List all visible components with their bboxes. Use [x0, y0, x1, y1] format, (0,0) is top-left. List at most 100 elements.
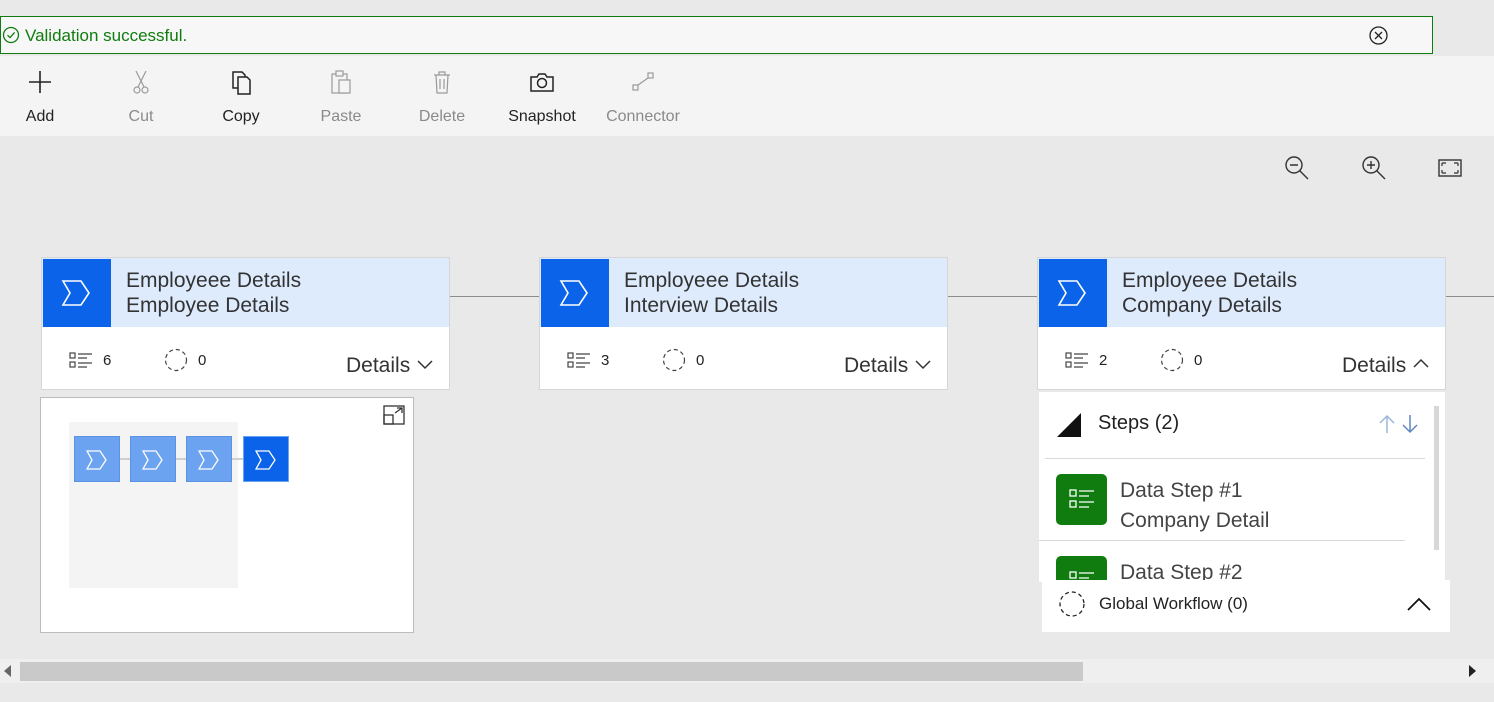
- stage-entity: Employeee Details: [624, 269, 800, 292]
- global-workflow-label: Global Workflow (0): [1099, 594, 1248, 613]
- chevron-right-icon: [198, 450, 219, 470]
- connector-button[interactable]: Connector: [600, 56, 686, 136]
- stage-header: Employeee Details Employee Details: [42, 258, 449, 327]
- workflow-dashed-circle-icon: [164, 348, 188, 372]
- minimap-stage-node: [243, 436, 289, 482]
- minimap-connector: [232, 458, 243, 460]
- stage-header: Employeee Details Company Details: [1038, 258, 1445, 327]
- stage-connector-line: [1445, 296, 1494, 297]
- connector-icon: [632, 72, 654, 91]
- stage-card[interactable]: Employeee Details Employee Details 6 0 D…: [41, 257, 450, 390]
- divider: [1045, 458, 1425, 459]
- data-step-icon: [1069, 489, 1094, 508]
- command-toolbar: Add Cut Copy Paste Delete Snapshot Conne…: [0, 56, 1494, 136]
- data-step-icon-box: [1056, 474, 1107, 525]
- copy-icon: [232, 71, 251, 95]
- steps-count: 3: [601, 352, 610, 369]
- add-button[interactable]: Add: [10, 56, 70, 136]
- data-step-icon-box: [1056, 556, 1107, 582]
- delete-button[interactable]: Delete: [412, 56, 472, 136]
- workflow-count: 0: [198, 352, 207, 369]
- canvas-bottom: [0, 683, 1494, 702]
- stage-icon-box: [43, 259, 111, 327]
- divider: [1039, 540, 1405, 541]
- reorder-arrows: [1379, 414, 1418, 434]
- cut-button[interactable]: Cut: [111, 56, 171, 136]
- details-toggle[interactable]: Details: [1342, 354, 1406, 378]
- stage-header: Employeee Details Interview Details: [540, 258, 947, 327]
- global-workflow-bar[interactable]: Global Workflow (0): [1042, 580, 1450, 632]
- steps-list-icon: [567, 352, 590, 368]
- minimap-connector: [120, 458, 130, 460]
- stage-entity: Employeee Details: [1122, 269, 1298, 292]
- steps-count: 6: [103, 352, 112, 369]
- chevron-right-icon: [86, 450, 107, 470]
- stage-connector-line: [449, 296, 540, 297]
- workflow-count: 0: [696, 352, 705, 369]
- steps-count: 2: [1099, 352, 1108, 369]
- chevron-up-icon[interactable]: [1406, 596, 1432, 612]
- scrollbar-thumb[interactable]: [20, 662, 1083, 681]
- chevron-right-icon: [142, 450, 163, 470]
- horizontal-scrollbar[interactable]: [0, 659, 1494, 683]
- stage-icon-box: [541, 259, 609, 327]
- details-toggle[interactable]: Details: [844, 354, 908, 378]
- notification-message: Validation successful.: [25, 26, 188, 45]
- snapshot-button[interactable]: Snapshot: [502, 56, 582, 136]
- stage-entity: Employeee Details: [126, 269, 302, 292]
- chevron-down-icon[interactable]: [915, 358, 931, 370]
- list-item[interactable]: Data Step #2: [1056, 556, 1416, 582]
- scroll-left-arrow-icon[interactable]: [4, 665, 12, 677]
- step-name: Data Step #1: [1120, 479, 1243, 502]
- steps-list-icon: [69, 352, 92, 368]
- trash-icon: [434, 71, 450, 94]
- steps-scrollbar[interactable]: [1434, 406, 1439, 550]
- copy-button[interactable]: Copy: [211, 56, 271, 136]
- triangle-collapse-icon[interactable]: [1056, 412, 1082, 438]
- minimap[interactable]: [40, 397, 414, 633]
- stage-card[interactable]: Employeee Details Interview Details 3 0 …: [539, 257, 948, 390]
- zoom-in-icon[interactable]: [1360, 154, 1388, 182]
- arrow-down-icon: [1402, 415, 1418, 434]
- fit-screen-icon[interactable]: [1436, 154, 1464, 182]
- scroll-right-arrow-icon[interactable]: [1468, 665, 1476, 677]
- expand-minimap-icon[interactable]: [383, 405, 405, 425]
- chevron-up-icon[interactable]: [1413, 358, 1429, 370]
- workflow-count: 0: [1194, 352, 1203, 369]
- stage-connector-line: [947, 296, 1038, 297]
- chevron-right-icon: [255, 450, 276, 470]
- stage-title: Company Details: [1122, 294, 1282, 317]
- workflow-dashed-circle-icon: [1059, 591, 1085, 617]
- close-circle-icon[interactable]: [1368, 25, 1389, 46]
- chevron-right-icon: [559, 280, 588, 306]
- stage-card[interactable]: Employeee Details Company Details 2 0 De…: [1037, 257, 1446, 390]
- zoom-out-icon[interactable]: [1283, 154, 1311, 182]
- scissors-icon: [133, 70, 149, 94]
- minimap-connector: [176, 458, 186, 460]
- notification-bar: Validation successful.: [0, 16, 1433, 54]
- details-toggle[interactable]: Details: [346, 354, 410, 378]
- chevron-right-icon: [61, 280, 90, 306]
- stage-title: Employee Details: [126, 294, 290, 317]
- minimap-stage-node: [130, 436, 176, 482]
- arrow-up-icon: [1379, 414, 1395, 433]
- paste-button[interactable]: Paste: [311, 56, 371, 136]
- check-circle-icon: [2, 26, 20, 44]
- steps-panel: Steps (2) Data Step #1 Company Detail Da…: [1039, 392, 1445, 582]
- stage-title: Interview Details: [624, 294, 779, 317]
- workflow-dashed-circle-icon: [1160, 348, 1184, 372]
- minimap-stage-node: [74, 436, 120, 482]
- workflow-dashed-circle-icon: [662, 348, 686, 372]
- steps-list-icon: [1065, 352, 1088, 368]
- camera-icon: [530, 73, 554, 92]
- list-item[interactable]: Data Step #1 Company Detail: [1056, 474, 1416, 544]
- step-field: Company Detail: [1120, 509, 1270, 532]
- paste-icon: [331, 70, 351, 94]
- plus-icon: [29, 71, 51, 93]
- chevron-right-icon: [1057, 280, 1086, 306]
- stage-icon-box: [1039, 259, 1107, 327]
- minimap-stage-node: [186, 436, 232, 482]
- chevron-down-icon[interactable]: [417, 358, 433, 370]
- step-name: Data Step #2: [1120, 561, 1243, 582]
- steps-panel-title: Steps (2): [1098, 412, 1180, 434]
